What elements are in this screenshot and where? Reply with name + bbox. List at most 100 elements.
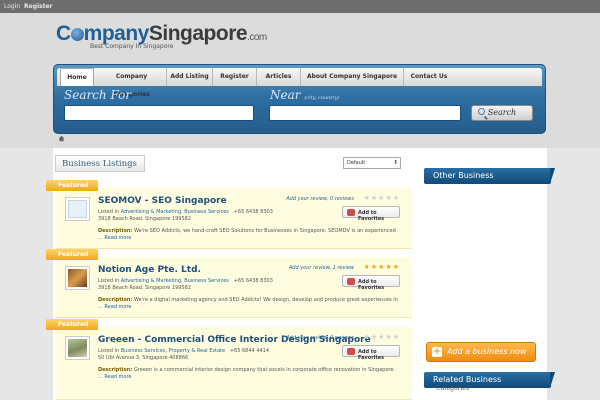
nav-register[interactable]: Register [213,68,257,86]
listing-card-2: Featured Notion Age Pte. Ltd. Add your r… [46,249,412,318]
business-listings-title: Business Listings [55,155,145,172]
address: 3918 Beach Road, Singapore 199582 [98,285,192,291]
star-icon: ★ [363,263,370,271]
add-business-label: Add a business now [447,347,527,356]
description-label: Description: [98,297,133,303]
listing-card-1: Featured SEOMOV - SEO Singapore Add your… [46,180,412,249]
listed-prefix: Listed in [98,348,121,354]
category-links[interactable]: Advertising & Marketing, Business Servic… [121,278,229,284]
related-business-label: Related Business [433,375,502,384]
nav-home[interactable]: Home [60,68,94,86]
nav-articles[interactable]: Articles [257,68,301,86]
heart-icon [347,209,355,216]
star-icon: ★ [385,194,392,202]
listing-categories: Listed in Advertising & Marketing, Busin… [98,209,273,215]
near-input[interactable] [269,105,461,121]
other-business-label: Other Business [433,171,494,180]
globe-icon [70,28,84,41]
listing-description: Description: Greeen is a commercial inte… [98,367,398,381]
home-icon[interactable] [58,135,65,142]
description-label: Description: [98,228,133,234]
logo-company: mpany [83,22,150,45]
listing-categories: Listed in Advertising & Marketing, Busin… [98,278,273,284]
review-prompt: Add your review, [286,196,330,202]
rating-stars: ★ ★ ★ ★ ★ [364,264,399,271]
heart-icon [347,278,355,285]
fav-label: Add to Favorites [358,210,385,222]
read-more-link[interactable]: Read more [104,374,131,380]
plus-icon: + [432,347,442,357]
logo-singapore: Singapore [148,22,248,45]
star-icon: ★ [392,194,399,202]
nav-contact[interactable]: Contact Us [404,68,454,86]
listing-description: Description: We're SEO Addicts, we hand-… [98,228,398,242]
star-icon: ★ [378,194,385,202]
add-to-favorites-button[interactable]: Add to Favorites [342,275,400,291]
read-more-link[interactable]: Read more [104,235,131,241]
search-icon [478,108,485,115]
listing-description: Description: We're a digital marketing a… [98,297,398,311]
add-to-favorites-button[interactable]: Add to Favorites [342,345,400,361]
description-text: We're SEO Addicts, we hand-craft SEO Sol… [98,228,396,241]
rating-stars: ★ ★ ★ ★ ★ [364,334,399,341]
star-icon: ★ [378,263,385,271]
company-thumbnail[interactable] [65,336,90,360]
nav-about[interactable]: About Company Singapore [301,68,404,86]
rating-stars: ★ ★ ★ ★ ★ [364,195,399,202]
star-icon: ★ [385,333,392,341]
category-links[interactable]: Business Services, Property & Real Estat… [121,348,225,354]
review-link[interactable]: Add your review, 1 review [289,265,354,271]
star-icon: ★ [392,263,399,271]
nav-company-categories[interactable]: Company Categories [97,68,167,98]
address: 50 Ubi Avenue 3, Singapore 408866 [98,355,189,361]
nav-add-listing[interactable]: Add Listing [167,68,213,86]
description-label: Description: [98,367,133,373]
add-business-button[interactable]: + Add a business now [426,342,536,362]
description-text: Greeen is a commercial interior design c… [98,367,395,380]
main-nav: Home Company Categories Add Listing Regi… [57,68,542,98]
heart-icon [347,348,355,355]
listing-title[interactable]: SEOMOV - SEO Singapore [98,196,227,206]
featured-ribbon: Featured [46,249,98,260]
register-link[interactable]: Register [24,3,53,10]
review-count: 0 reviews [329,196,354,202]
phone: +65 6438 8303 [233,209,273,215]
logo-c: C [56,22,71,45]
search-button[interactable]: Search [471,105,533,121]
company-thumbnail[interactable] [65,197,90,221]
logo-dotcom: .com [247,32,267,43]
fav-label: Add to Favorites [358,349,385,361]
add-to-favorites-button[interactable]: Add to Favorites [342,206,400,222]
site-tagline: Best Company In Singapore [90,43,174,50]
search-for-label: Search For [64,88,132,102]
login-link[interactable]: Login [4,3,20,10]
star-icon: ★ [392,333,399,341]
search-for-input[interactable] [64,105,254,121]
near-label-text: Near [270,88,301,102]
read-more-link[interactable]: Read more [104,304,131,310]
review-link[interactable]: Add your review, 0 reviews [286,335,354,341]
star-icon: ★ [385,263,392,271]
star-icon: ★ [363,333,370,341]
star-icon: ★ [378,333,385,341]
featured-ribbon: Featured [46,319,98,330]
review-prompt: Add your review, [288,265,333,271]
near-hint: (city, country) [304,95,340,101]
company-thumbnail[interactable] [65,266,90,290]
near-label: Near (city, country) [270,88,339,102]
listing-title[interactable]: Notion Age Pte. Ltd. [98,265,201,275]
star-icon: ★ [363,194,370,202]
phone: +65 6438 8303 [233,278,273,284]
featured-ribbon: Featured [46,180,98,191]
review-link[interactable]: Add your review, 0 reviews [286,196,354,202]
heading-corner [550,372,555,388]
address: 3918 Beach Road, Singapore 199582 [98,216,192,222]
category-links[interactable]: Advertising & Marketing, Business Servic… [121,209,229,215]
nav-search-panel: Home Company Categories Add Listing Regi… [53,64,546,134]
listing-card-3: Featured Greeen - Commercial Office Inte… [46,319,412,400]
sort-select[interactable]: Default [343,157,401,169]
related-categories: Categories [436,385,469,392]
search-button-label: Search [487,108,517,117]
review-prompt: Add your review, [286,335,330,341]
other-business-heading: Other Business [424,168,555,184]
